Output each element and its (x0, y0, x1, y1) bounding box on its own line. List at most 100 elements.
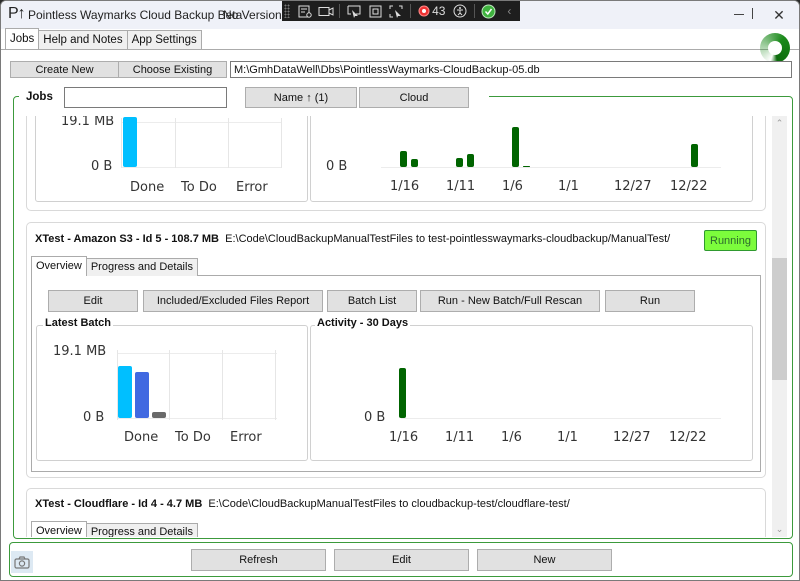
accessibility-icon[interactable] (449, 1, 470, 21)
grid-line (169, 350, 170, 420)
job-description: E:\Code\CloudBackupManualTestFiles to cl… (208, 498, 570, 510)
collapse-toolbar-icon[interactable]: ‹ (499, 1, 520, 21)
toolbar-separator (339, 4, 341, 18)
track-focused-element-icon[interactable] (386, 1, 407, 21)
included-excluded-report-button[interactable]: Included/Excluded Files Report (143, 290, 323, 312)
activity-panel: 0 B 1/16 1/11 1/6 1/1 12/27 12/22 (310, 325, 753, 461)
job-card-cloudflare: XTest - Cloudflare - Id 4 - 4.7 MB E:\Co… (26, 488, 766, 537)
database-path-field[interactable]: M:\GmhDataWell\Dbs\PointlessWaymarks-Clo… (230, 61, 792, 78)
jobs-legend: Jobs (21, 89, 58, 105)
scroll-down-icon[interactable]: ⌄ (772, 522, 787, 537)
toolbar-grip[interactable] (284, 4, 290, 18)
batch-bar-done (135, 372, 149, 418)
tab-app-settings[interactable]: App Settings (126, 30, 202, 49)
y-min-label: 0 B (364, 410, 386, 425)
refresh-button[interactable]: Refresh (191, 549, 326, 571)
job-tabs: Overview Progress and Details (31, 521, 198, 537)
x-tick-label: 1/11 (446, 179, 476, 194)
xaml-debug-toolbar: 43 ‹ (282, 1, 520, 21)
x-tick-label: 12/27 (613, 430, 651, 445)
activity-bar (400, 151, 407, 167)
activity-bar (411, 159, 419, 167)
y-min-label: 0 B (91, 159, 113, 174)
activity-bar (467, 154, 475, 167)
category-label-error: Error (230, 430, 262, 445)
batch-bar-done (152, 412, 166, 418)
grid-line (175, 118, 176, 168)
toolbar-separator (409, 4, 411, 18)
version-label: No Version (223, 8, 282, 22)
x-tick-label: 1/1 (557, 430, 578, 445)
activity-title: Activity - 30 Days (315, 317, 411, 329)
run-new-batch-button[interactable]: Run - New Batch/Full Rescan (420, 290, 600, 312)
maximize-button[interactable] (723, 3, 753, 23)
x-tick-label: 12/27 (614, 179, 652, 194)
create-new-button[interactable]: Create New (10, 61, 119, 78)
sort-name-button[interactable]: Name ↑ (1) (245, 87, 357, 108)
binding-failures-count: 43 (432, 4, 446, 18)
job-card-partial: 19.1 MB 0 B Done To Do Error 0 B 1/16 1/1… (26, 116, 766, 211)
activity-bar (523, 166, 531, 167)
choose-existing-button[interactable]: Choose Existing (118, 61, 227, 78)
job-card-amazon-s3: XTest - Amazon S3 - Id 5 - 108.7 MB E:\C… (26, 222, 766, 478)
category-label-done: Done (124, 430, 159, 445)
scrollbar-thumb[interactable] (772, 258, 787, 380)
tab-jobs[interactable]: Jobs (5, 28, 40, 49)
window-title: Pointless Waymarks Cloud Backup Beta (28, 8, 243, 22)
grid-line (222, 350, 223, 420)
jobs-filter-input[interactable] (64, 87, 227, 108)
batch-bar-done (118, 366, 132, 418)
record-icon[interactable] (315, 1, 336, 21)
select-element-icon[interactable] (343, 1, 364, 21)
y-max-label: 19.1 MB (53, 344, 107, 359)
edit-button[interactable]: Edit (334, 549, 469, 571)
grid-line (117, 353, 277, 354)
title-bar: P↑ Pointless Waymarks Cloud Backup Beta … (1, 1, 799, 29)
activity-bar (512, 127, 519, 167)
grid-line (228, 118, 229, 168)
x-tick-label: 1/1 (558, 179, 579, 194)
main-tabs: Jobs Help and Notes App Settings (5, 28, 202, 50)
job-description: E:\Code\CloudBackupManualTestFiles to te… (225, 233, 671, 245)
jobs-scrollbar[interactable]: ⌃ ⌄ (772, 116, 787, 537)
grid-line (381, 167, 721, 168)
edit-job-button[interactable]: Edit (48, 290, 138, 312)
new-button[interactable]: New (477, 549, 612, 571)
live-visual-tree-icon[interactable] (294, 1, 315, 21)
category-label-done: Done (130, 180, 165, 195)
x-tick-label: 1/11 (445, 430, 475, 445)
tab-overview[interactable]: Overview (31, 521, 87, 537)
job-title: XTest - Amazon S3 - Id 5 - 108.7 MB E:\C… (35, 233, 670, 245)
y-min-label: 0 B (326, 159, 348, 174)
grid-line (121, 167, 281, 168)
camera-icon (14, 555, 30, 569)
check-ok-icon[interactable] (478, 1, 499, 21)
scroll-up-icon[interactable]: ⌃ (772, 116, 787, 131)
tab-progress-and-details[interactable]: Progress and Details (85, 258, 198, 276)
sort-cloud-button[interactable]: Cloud (359, 87, 469, 108)
jobs-list[interactable]: 19.1 MB 0 B Done To Do Error 0 B 1/16 1/1… (21, 116, 769, 537)
screenshot-button[interactable] (11, 551, 33, 573)
x-tick-label: 12/22 (670, 179, 708, 194)
tab-overview[interactable]: Overview (31, 256, 87, 276)
run-button[interactable]: Run (605, 290, 695, 312)
batch-list-button[interactable]: Batch List (327, 290, 417, 312)
x-tick-label: 1/6 (501, 430, 522, 445)
x-tick-label: 1/16 (390, 179, 420, 194)
tab-help-and-notes[interactable]: Help and Notes (38, 30, 128, 49)
busy-spinner-icon (760, 33, 790, 63)
grid-line (121, 122, 281, 123)
display-layout-adorners-icon[interactable] (365, 1, 386, 21)
running-status-badge: Running (704, 230, 757, 251)
x-tick-label: 12/22 (669, 430, 707, 445)
app-logo-icon: P↑ (8, 5, 26, 22)
job-tabs: Overview Progress and Details (31, 256, 198, 276)
activity-bar (456, 158, 463, 167)
x-tick-label: 1/16 (389, 430, 419, 445)
tab-progress-and-details[interactable]: Progress and Details (85, 523, 198, 537)
category-label-to-do: To Do (175, 430, 211, 445)
grid-line (117, 418, 277, 419)
category-label-to-do: To Do (181, 180, 217, 195)
close-button[interactable]: ✕ (764, 5, 794, 25)
category-label-error: Error (236, 180, 268, 195)
